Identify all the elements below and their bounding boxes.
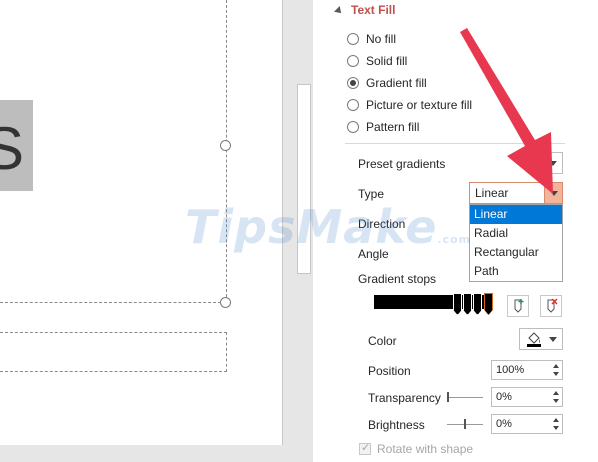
transparency-spinner[interactable]: 0% xyxy=(491,387,563,407)
selection-border-right xyxy=(226,0,227,302)
radio-gradient-fill[interactable]: Gradient fill xyxy=(347,75,427,91)
transparency-slider[interactable] xyxy=(447,392,483,402)
position-spinner[interactable]: 100% xyxy=(491,360,563,380)
gradient-stop-selected[interactable] xyxy=(484,293,493,315)
resize-handle-bottom-right[interactable] xyxy=(220,297,231,308)
remove-gradient-stop-button[interactable] xyxy=(540,295,562,317)
type-option-rectangular[interactable]: Rectangular xyxy=(470,243,562,262)
spinner-arrows-icon[interactable] xyxy=(550,415,562,433)
resize-handle-right[interactable] xyxy=(220,140,231,151)
type-label: Type xyxy=(358,187,385,201)
type-dropdown[interactable]: Linear xyxy=(469,182,563,204)
section-divider xyxy=(345,143,565,144)
type-option-linear[interactable]: Linear xyxy=(470,205,562,224)
text-placeholder[interactable] xyxy=(0,332,227,372)
gradient-stop[interactable] xyxy=(473,293,482,315)
preset-gradients-label: Preset gradients xyxy=(358,157,446,171)
radio-button[interactable] xyxy=(347,121,359,133)
spinner-arrows-icon[interactable] xyxy=(550,388,562,406)
section-title: Text Fill xyxy=(351,3,396,17)
radio-picture-fill[interactable]: Picture or texture fill xyxy=(347,97,472,113)
pane-scrollbar[interactable] xyxy=(588,0,598,462)
slider-knob[interactable] xyxy=(464,419,466,429)
color-picker-dropdown[interactable] xyxy=(519,328,563,350)
brightness-slider[interactable] xyxy=(447,419,483,429)
brightness-spinner[interactable]: 0% xyxy=(491,414,563,434)
transparency-label: Transparency xyxy=(368,391,441,405)
slide-scrollbar-thumb[interactable] xyxy=(297,84,311,274)
spinner-arrows-icon[interactable] xyxy=(550,361,562,379)
direction-label: Direction xyxy=(358,217,406,231)
type-option-path[interactable]: Path xyxy=(470,262,562,281)
chevron-down-icon[interactable] xyxy=(544,153,562,173)
add-gradient-stop-button[interactable] xyxy=(507,295,529,317)
radio-label: Solid fill xyxy=(366,54,408,68)
radio-button[interactable] xyxy=(347,33,359,45)
slide-bottom-bar xyxy=(0,445,283,462)
slider-knob[interactable] xyxy=(447,392,449,402)
radio-no-fill[interactable]: No fill xyxy=(347,31,396,47)
gradient-stop[interactable] xyxy=(463,293,472,315)
type-option-radial[interactable]: Radial xyxy=(470,224,562,243)
position-label: Position xyxy=(368,364,411,378)
gradient-stop[interactable] xyxy=(453,293,462,315)
rotate-with-shape-option[interactable]: Rotate with shape xyxy=(359,441,474,456)
radio-label: Gradient fill xyxy=(366,76,427,90)
radio-label: No fill xyxy=(366,32,397,46)
brightness-value: 0% xyxy=(496,418,512,430)
slide-canvas[interactable]: S xyxy=(0,0,283,445)
preset-gradients-dropdown[interactable] xyxy=(530,152,563,174)
selection-border-bottom xyxy=(0,302,226,303)
radio-button[interactable] xyxy=(347,55,359,67)
slide-scrollbar[interactable] xyxy=(283,0,313,462)
collapse-triangle-icon xyxy=(334,6,344,16)
radio-solid-fill[interactable]: Solid fill xyxy=(347,53,407,69)
color-label: Color xyxy=(368,334,397,348)
brightness-label: Brightness xyxy=(368,418,425,432)
transparency-value: 0% xyxy=(496,391,512,403)
chevron-down-icon[interactable] xyxy=(544,183,562,203)
radio-label: Pattern fill xyxy=(366,120,420,134)
rotate-label: Rotate with shape xyxy=(377,442,474,456)
slide-shape[interactable]: S xyxy=(0,100,33,191)
remove-stop-icon xyxy=(547,298,558,313)
rotate-checkbox[interactable] xyxy=(359,441,371,455)
type-dropdown-value: Linear xyxy=(475,186,509,200)
radio-pattern-fill[interactable]: Pattern fill xyxy=(347,119,419,135)
paint-bucket-icon xyxy=(527,332,541,347)
gradient-stops-label: Gradient stops xyxy=(358,272,437,286)
shape-text: S xyxy=(0,114,24,183)
radio-button[interactable] xyxy=(347,99,359,111)
add-stop-icon xyxy=(514,299,524,313)
chevron-down-icon[interactable] xyxy=(544,329,562,349)
radio-button-checked[interactable] xyxy=(347,77,359,89)
radio-label: Picture or texture fill xyxy=(366,98,473,112)
angle-label: Angle xyxy=(358,247,389,261)
position-value: 100% xyxy=(496,364,525,376)
text-fill-section-header[interactable]: Text Fill xyxy=(334,3,396,17)
type-dropdown-list[interactable]: Linear Radial Rectangular Path xyxy=(469,204,563,282)
